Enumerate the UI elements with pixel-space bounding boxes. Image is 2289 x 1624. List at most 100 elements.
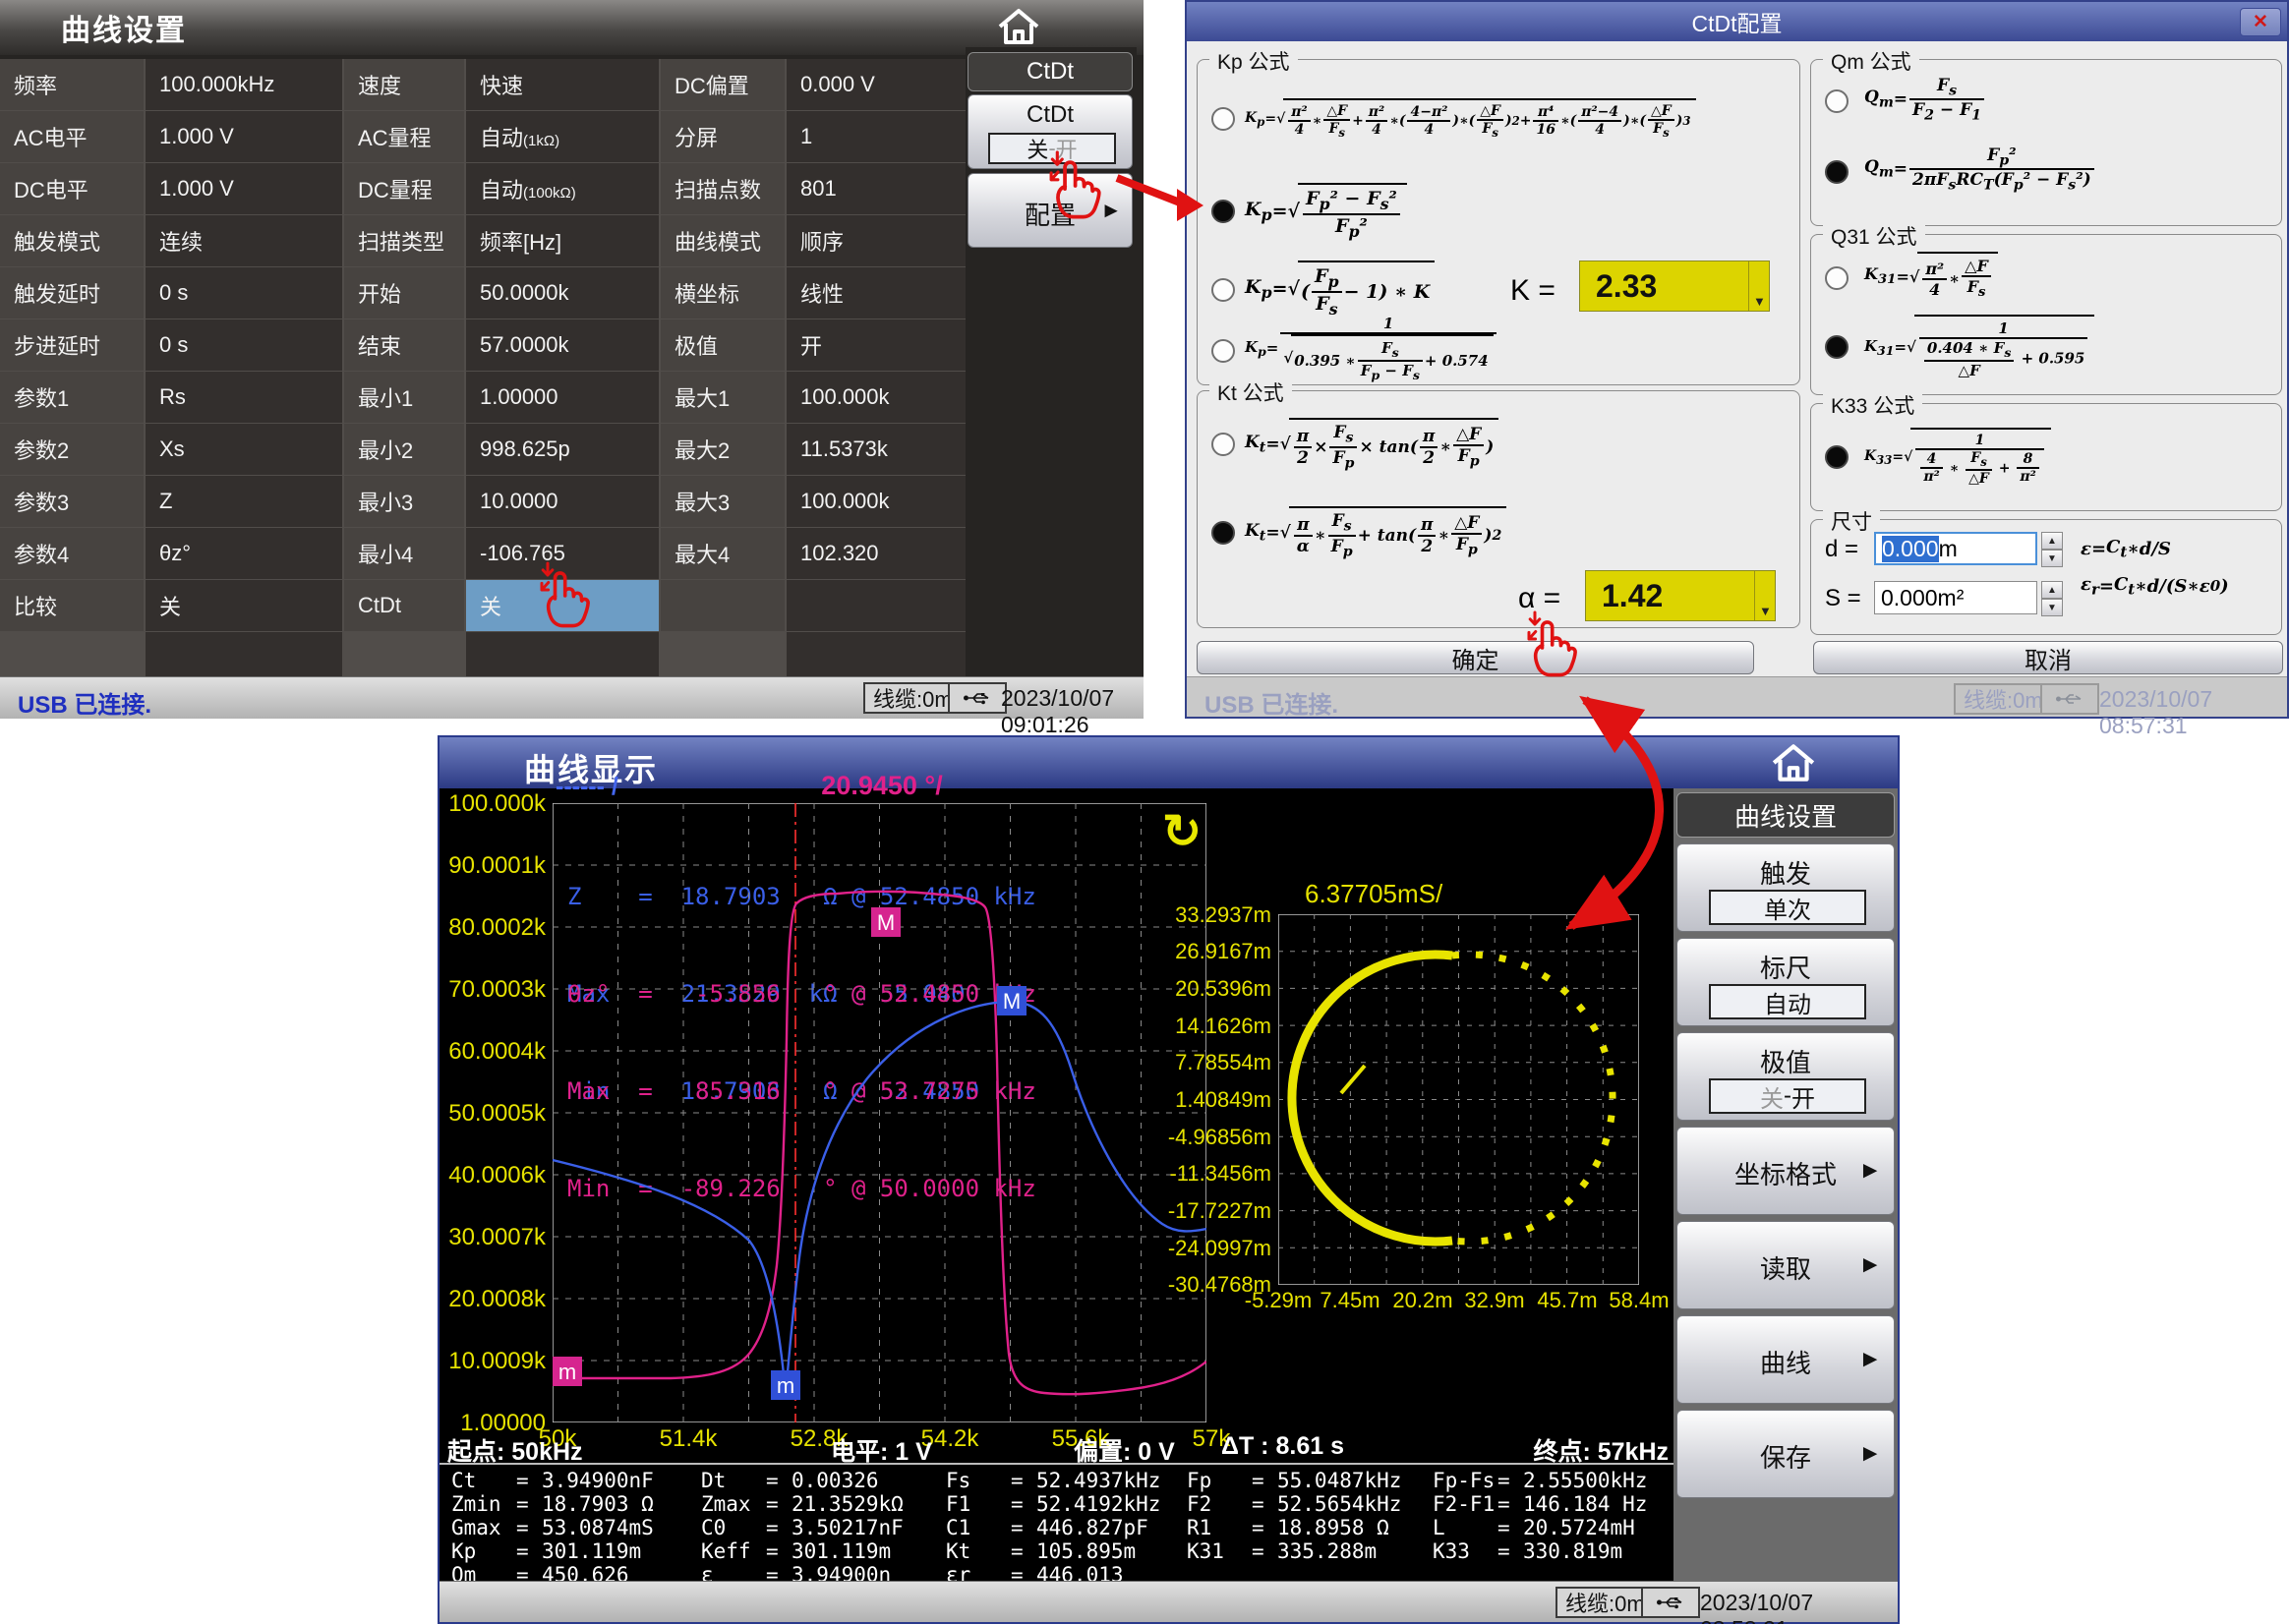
info-value: 1 V: [895, 1438, 932, 1466]
epsilon-r-formula: εr = Ct ∗ d/(S ∗ ε0): [2081, 571, 2229, 601]
qm-formula-2-radio[interactable]: [1825, 160, 1849, 184]
dialog-titlebar[interactable]: CtDt配置: [1187, 2, 2287, 41]
trigger-button[interactable]: 触发 单次: [1676, 843, 1895, 932]
grid-lines: [1278, 914, 1639, 1285]
q31-formula-2: K31 = √10.404 ∗ Fs△F + 0.595: [1864, 310, 2094, 384]
menu-tab-curve-settings[interactable]: 曲线设置: [1676, 792, 1895, 838]
ctdt-button-label: CtDt: [968, 101, 1132, 129]
result-name: C0: [701, 1516, 766, 1539]
param-value[interactable]: 自动(100kΩ): [466, 163, 659, 214]
marker-min-phase[interactable]: m: [553, 1357, 582, 1386]
ctdt-toggle-cell[interactable]: 关: [466, 580, 659, 631]
kp-formula-3-radio[interactable]: [1211, 278, 1235, 302]
param-value[interactable]: 顺序: [787, 215, 979, 266]
param-value[interactable]: Rs: [146, 372, 342, 423]
kp-formula-4-radio[interactable]: [1211, 339, 1235, 363]
close-button[interactable]: ✕: [2240, 8, 2281, 36]
y-tick-label: 50.0005k: [440, 1100, 546, 1128]
param-value[interactable]: 100.000k: [787, 372, 979, 423]
cancel-button[interactable]: 取消: [1813, 641, 2283, 674]
param-value[interactable]: θz°: [146, 528, 342, 579]
param-value[interactable]: 57.0000k: [466, 319, 659, 371]
save-button[interactable]: 保存 ►: [1676, 1410, 1895, 1498]
info-label: 起点:: [447, 1438, 504, 1466]
param-value[interactable]: Z: [146, 476, 342, 527]
param-value[interactable]: 线性: [787, 267, 979, 319]
param-value[interactable]: 1.000 V: [146, 111, 342, 162]
result-name: Kt: [946, 1539, 1011, 1563]
param-value[interactable]: 50.0000k: [466, 267, 659, 319]
mini-y-tick-label: 33.2937m: [1144, 902, 1271, 928]
result-name: F2: [1187, 1492, 1252, 1516]
k-const-select[interactable]: 2.33 ▼: [1579, 261, 1770, 312]
d-input[interactable]: 0.000m: [1874, 532, 2037, 565]
param-value[interactable]: 998.625p: [466, 424, 659, 475]
curve-button[interactable]: 曲线 ►: [1676, 1315, 1895, 1404]
dialog-title: CtDt配置: [1692, 5, 1783, 38]
table-row: 参数2 Xs 最小2 998.625p 最大2 11.5373k: [0, 424, 979, 475]
qm-formula-1-radio[interactable]: [1825, 89, 1849, 113]
submenu-arrow-icon: ►: [1858, 1440, 1882, 1468]
param-value[interactable]: 100.000kHz: [146, 59, 342, 110]
param-value[interactable]: 10.0000: [466, 476, 659, 527]
kp-formula-1-radio[interactable]: [1211, 107, 1235, 131]
k33-formula-1-radio[interactable]: [1825, 445, 1849, 469]
coord-format-button[interactable]: 坐标格式 ►: [1676, 1127, 1895, 1215]
d-spinner[interactable]: ▲▼: [2041, 532, 2063, 567]
clock: 2023/10/07 08:57:31: [2099, 686, 2287, 739]
result-name: R1: [1187, 1516, 1252, 1539]
status-bar: 线缆:0m 2023/10/07 08:58:21: [440, 1581, 1898, 1622]
ok-button[interactable]: 确定: [1197, 641, 1754, 674]
status-bar: USB 已连接. 线缆:0m 2023/10/07 09:01:26: [0, 676, 1144, 719]
home-icon[interactable]: [1769, 741, 1818, 784]
param-value[interactable]: 100.000k: [787, 476, 979, 527]
param-value[interactable]: 11.5373k: [787, 424, 979, 475]
submenu-arrow-icon: ►: [1100, 198, 1122, 223]
dropdown-arrow-icon[interactable]: ▼: [1754, 571, 1775, 620]
kp-formula-2-radio[interactable]: [1211, 200, 1235, 223]
ctdt-config-button[interactable]: 配置 ►: [968, 173, 1133, 248]
alpha-const-select[interactable]: 1.42 ▼: [1585, 570, 1776, 621]
param-value[interactable]: 快速: [466, 59, 659, 110]
param-value[interactable]: 102.320: [787, 528, 979, 579]
read-button[interactable]: 读取 ►: [1676, 1221, 1895, 1309]
param-value[interactable]: 关: [146, 580, 342, 631]
kp-formula-1: Kp = √π²4∗△FFs + π²4∗(4−π²4)∗(△FFs)2 + π…: [1245, 74, 1696, 164]
ruler-button[interactable]: 标尺 自动: [1676, 938, 1895, 1026]
s-input[interactable]: 0.000m²: [1874, 581, 2037, 614]
param-value[interactable]: -106.765: [466, 528, 659, 579]
param-value[interactable]: 自动(1kΩ): [466, 111, 659, 162]
marker-max-impedance[interactable]: M: [997, 986, 1027, 1015]
param-value[interactable]: 801: [787, 163, 979, 214]
param-value[interactable]: 频率[Hz]: [466, 215, 659, 266]
param-value[interactable]: 连续: [146, 215, 342, 266]
submenu-arrow-icon: ►: [1858, 1346, 1882, 1373]
circle-trace-dots: [1452, 955, 1613, 1242]
q31-formula-1-radio[interactable]: [1825, 266, 1849, 290]
param-label: 速度: [344, 59, 464, 110]
y-tick-label: 70.0003k: [440, 976, 546, 1004]
kt-formula-2-radio[interactable]: [1211, 521, 1235, 545]
marker-min-impedance[interactable]: m: [771, 1370, 800, 1400]
result-name: Keff: [701, 1539, 766, 1563]
kt-formula-1-radio[interactable]: [1211, 433, 1235, 456]
d-unit: m: [1939, 536, 1958, 562]
param-value[interactable]: 0.000 V: [787, 59, 979, 110]
extremum-button[interactable]: 极值 关 - 开: [1676, 1032, 1895, 1121]
param-value[interactable]: 1.00000: [466, 372, 659, 423]
home-icon[interactable]: [995, 6, 1042, 47]
param-value[interactable]: 开: [787, 319, 979, 371]
admittance-circle-chart: [1278, 914, 1639, 1285]
q31-formula-2-radio[interactable]: [1825, 335, 1849, 359]
marker-max-phase[interactable]: M: [871, 907, 901, 937]
param-value[interactable]: 1.000 V: [146, 163, 342, 214]
ctdt-onoff-button[interactable]: CtDt 关 - 开: [968, 94, 1133, 169]
param-value[interactable]: Xs: [146, 424, 342, 475]
param-value[interactable]: 0 s: [146, 267, 342, 319]
dropdown-arrow-icon[interactable]: ▼: [1748, 261, 1769, 311]
y-tick-label: 10.0009k: [440, 1348, 546, 1375]
param-value[interactable]: 1: [787, 111, 979, 162]
mini-y-tick-label: -11.3456m: [1144, 1161, 1271, 1187]
s-spinner[interactable]: ▲▼: [2041, 581, 2063, 616]
param-value[interactable]: 0 s: [146, 319, 342, 371]
